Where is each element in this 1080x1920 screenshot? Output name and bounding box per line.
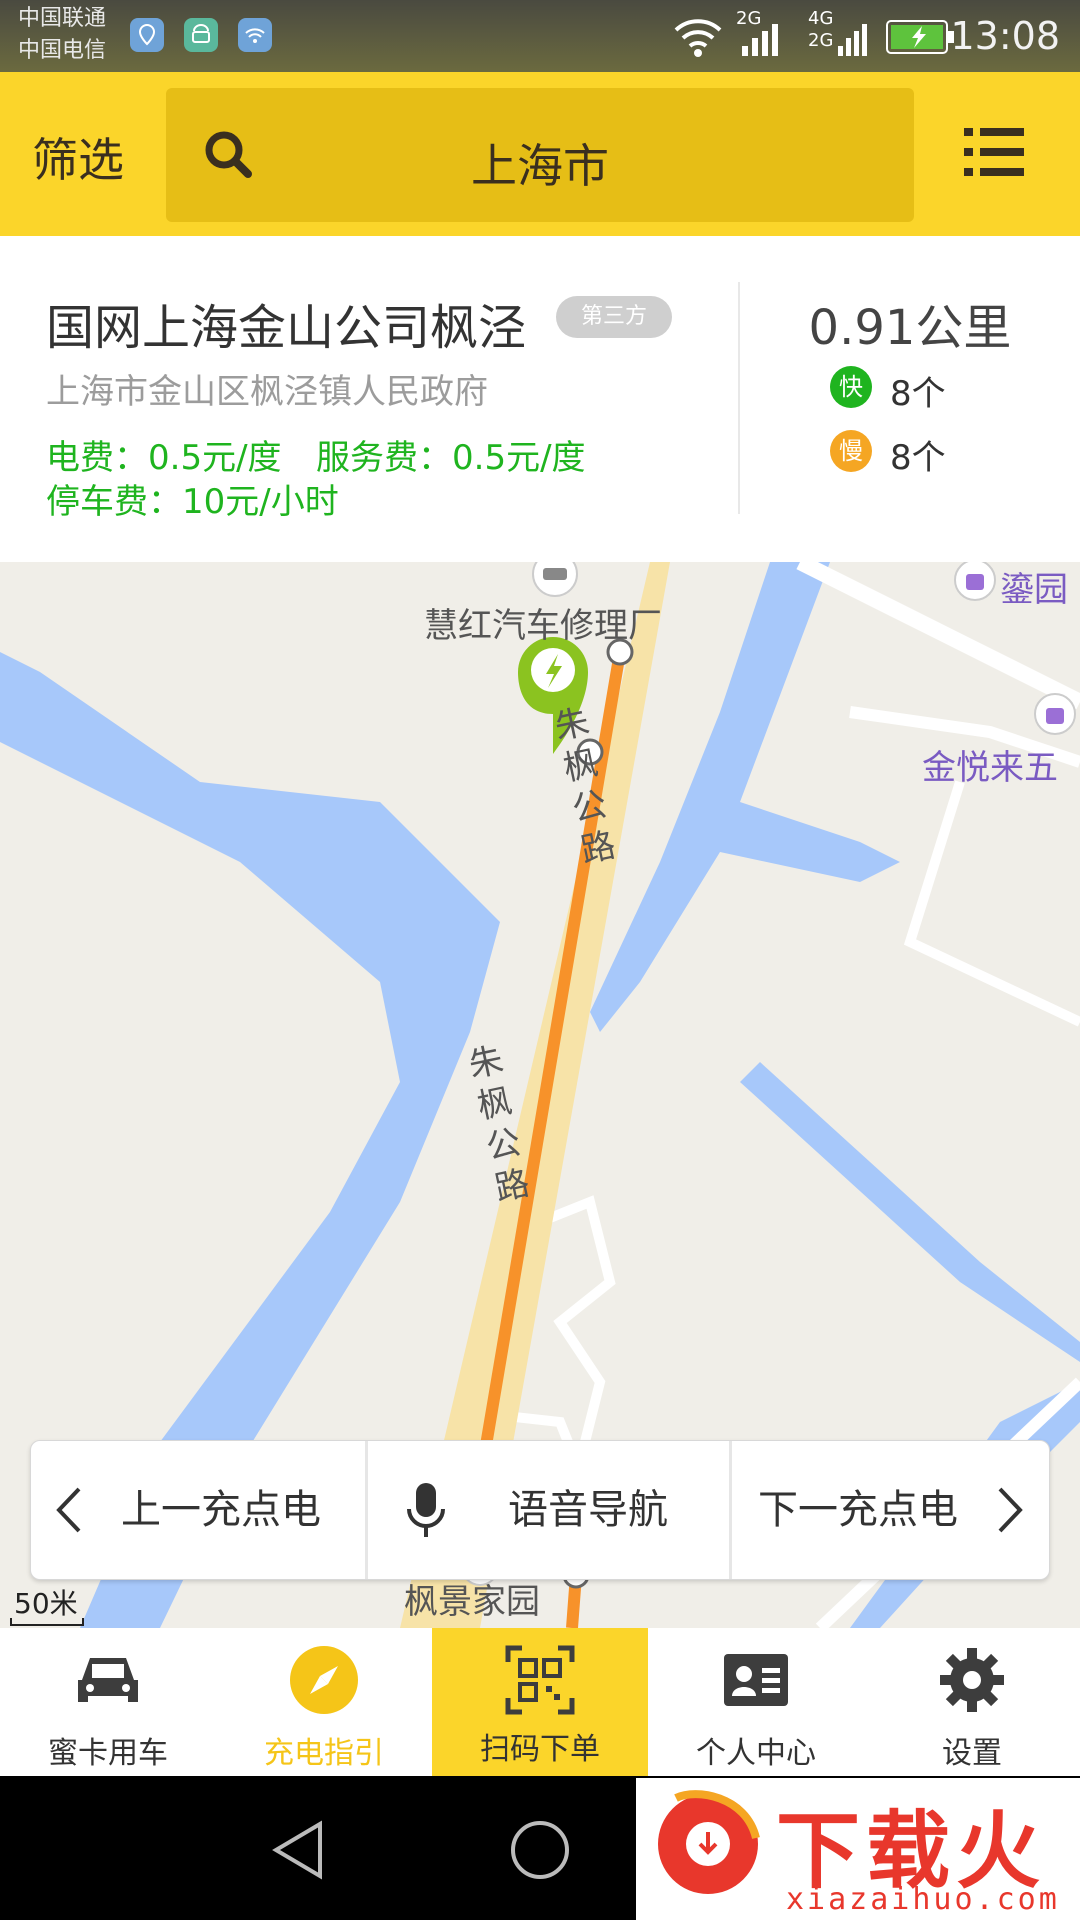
station-name: 国网上海金山公司枫泾 [46, 300, 527, 356]
back-icon[interactable] [270, 1820, 326, 1884]
station-distance: 0.91公里 [808, 300, 1012, 356]
nav-label-profile: 个人中心 [696, 1736, 816, 1771]
carrier-2: 中国电信 [18, 38, 107, 63]
fast-charger-badge: 快 [830, 366, 872, 408]
watermark-url: xiazaihuo.com [786, 1882, 1060, 1917]
status-bar: 中国联通 中国电信 2G 4G 2G 13:08 [0, 0, 1080, 72]
microphone-icon [406, 1481, 446, 1543]
network-2g-label-b: 2G [808, 30, 834, 51]
map-scale-label: 50米 [14, 1587, 78, 1620]
search-box[interactable]: 上海市 [166, 88, 914, 222]
qr-scan-icon [504, 1644, 576, 1716]
car-icon [72, 1644, 144, 1716]
community-label[interactable]: 枫景家园 [404, 1574, 540, 1623]
compass-icon [288, 1644, 360, 1716]
list-menu-icon[interactable] [964, 124, 1024, 180]
navigation-action-bar: 上一充点电 语音导航 下一充点电 [30, 1440, 1050, 1580]
next-station-label: 下一充点电 [758, 1487, 958, 1533]
nav-label-car: 蜜卡用车 [48, 1736, 168, 1771]
id-card-icon [720, 1644, 792, 1716]
nav-label-settings: 设置 [942, 1736, 1002, 1771]
search-city: 上海市 [471, 139, 609, 193]
nav-label-charging-guide: 充电指引 [264, 1736, 384, 1771]
fast-charger-count: 8个 [890, 374, 946, 414]
nav-label-scan-order: 扫码下单 [480, 1732, 600, 1767]
station-address: 上海市金山区枫泾镇人民政府 [46, 372, 488, 412]
battery-charging-icon [886, 20, 956, 58]
prev-station-label: 上一充点电 [121, 1487, 321, 1533]
slow-charger-count: 8个 [890, 438, 946, 478]
voice-navigation-button[interactable]: 语音导航 [368, 1441, 729, 1579]
electricity-fee: 电费：0.5元/度 [46, 438, 282, 478]
prev-station-button[interactable]: 上一充点电 [31, 1441, 365, 1579]
parking-fee: 停车费：10元/小时 [46, 482, 339, 522]
chevron-right-icon [996, 1485, 1026, 1539]
android-icon [184, 18, 218, 52]
nav-item-charging-guide[interactable]: 充电指引 [216, 1628, 432, 1776]
location-icon [130, 18, 164, 52]
gear-icon [936, 1644, 1008, 1716]
wifi-icon [672, 14, 724, 58]
watermark-logo: 下载火 xiazaihuo.com [636, 1778, 1080, 1920]
wifi-hotspot-icon [238, 18, 272, 52]
clock: 13:08 [950, 14, 1060, 58]
nav-item-scan-order[interactable]: 扫码下单 [432, 1628, 648, 1776]
poi-repair-shop-label[interactable]: 慧红汽车修理厂 [424, 598, 662, 647]
third-party-badge: 第三方 [556, 296, 672, 338]
slow-charger-badge: 慢 [830, 430, 872, 472]
service-fee: 服务费：0.5元/度 [316, 438, 586, 478]
station-info-panel[interactable]: 国网上海金山公司枫泾 第三方 上海市金山区枫泾镇人民政府 电费：0.5元/度 服… [0, 236, 1080, 562]
next-station-button[interactable]: 下一充点电 [732, 1441, 1049, 1579]
chevron-left-icon [53, 1485, 83, 1539]
nav-item-car[interactable]: 蜜卡用车 [0, 1628, 216, 1776]
signal-icon-2 [836, 24, 870, 60]
voice-navigation-label: 语音导航 [508, 1487, 668, 1533]
nav-item-settings[interactable]: 设置 [864, 1628, 1080, 1776]
home-icon[interactable] [508, 1818, 572, 1886]
signal-icon [740, 24, 780, 60]
map-scale-bar [10, 1618, 84, 1626]
network-4g-label: 4G [808, 8, 834, 29]
nav-item-profile[interactable]: 个人中心 [648, 1628, 864, 1776]
poi-label-2[interactable]: 金悦来五 [922, 740, 1058, 789]
bottom-navigation: 蜜卡用车 充电指引 扫码下单 个人中心 设置 [0, 1628, 1080, 1776]
filter-button[interactable]: 筛选 [32, 124, 124, 190]
poi-label-1[interactable]: 鎏园 [1000, 562, 1068, 611]
carrier-1: 中国联通 [18, 6, 107, 31]
header-bar: 筛选 上海市 [0, 72, 1080, 236]
